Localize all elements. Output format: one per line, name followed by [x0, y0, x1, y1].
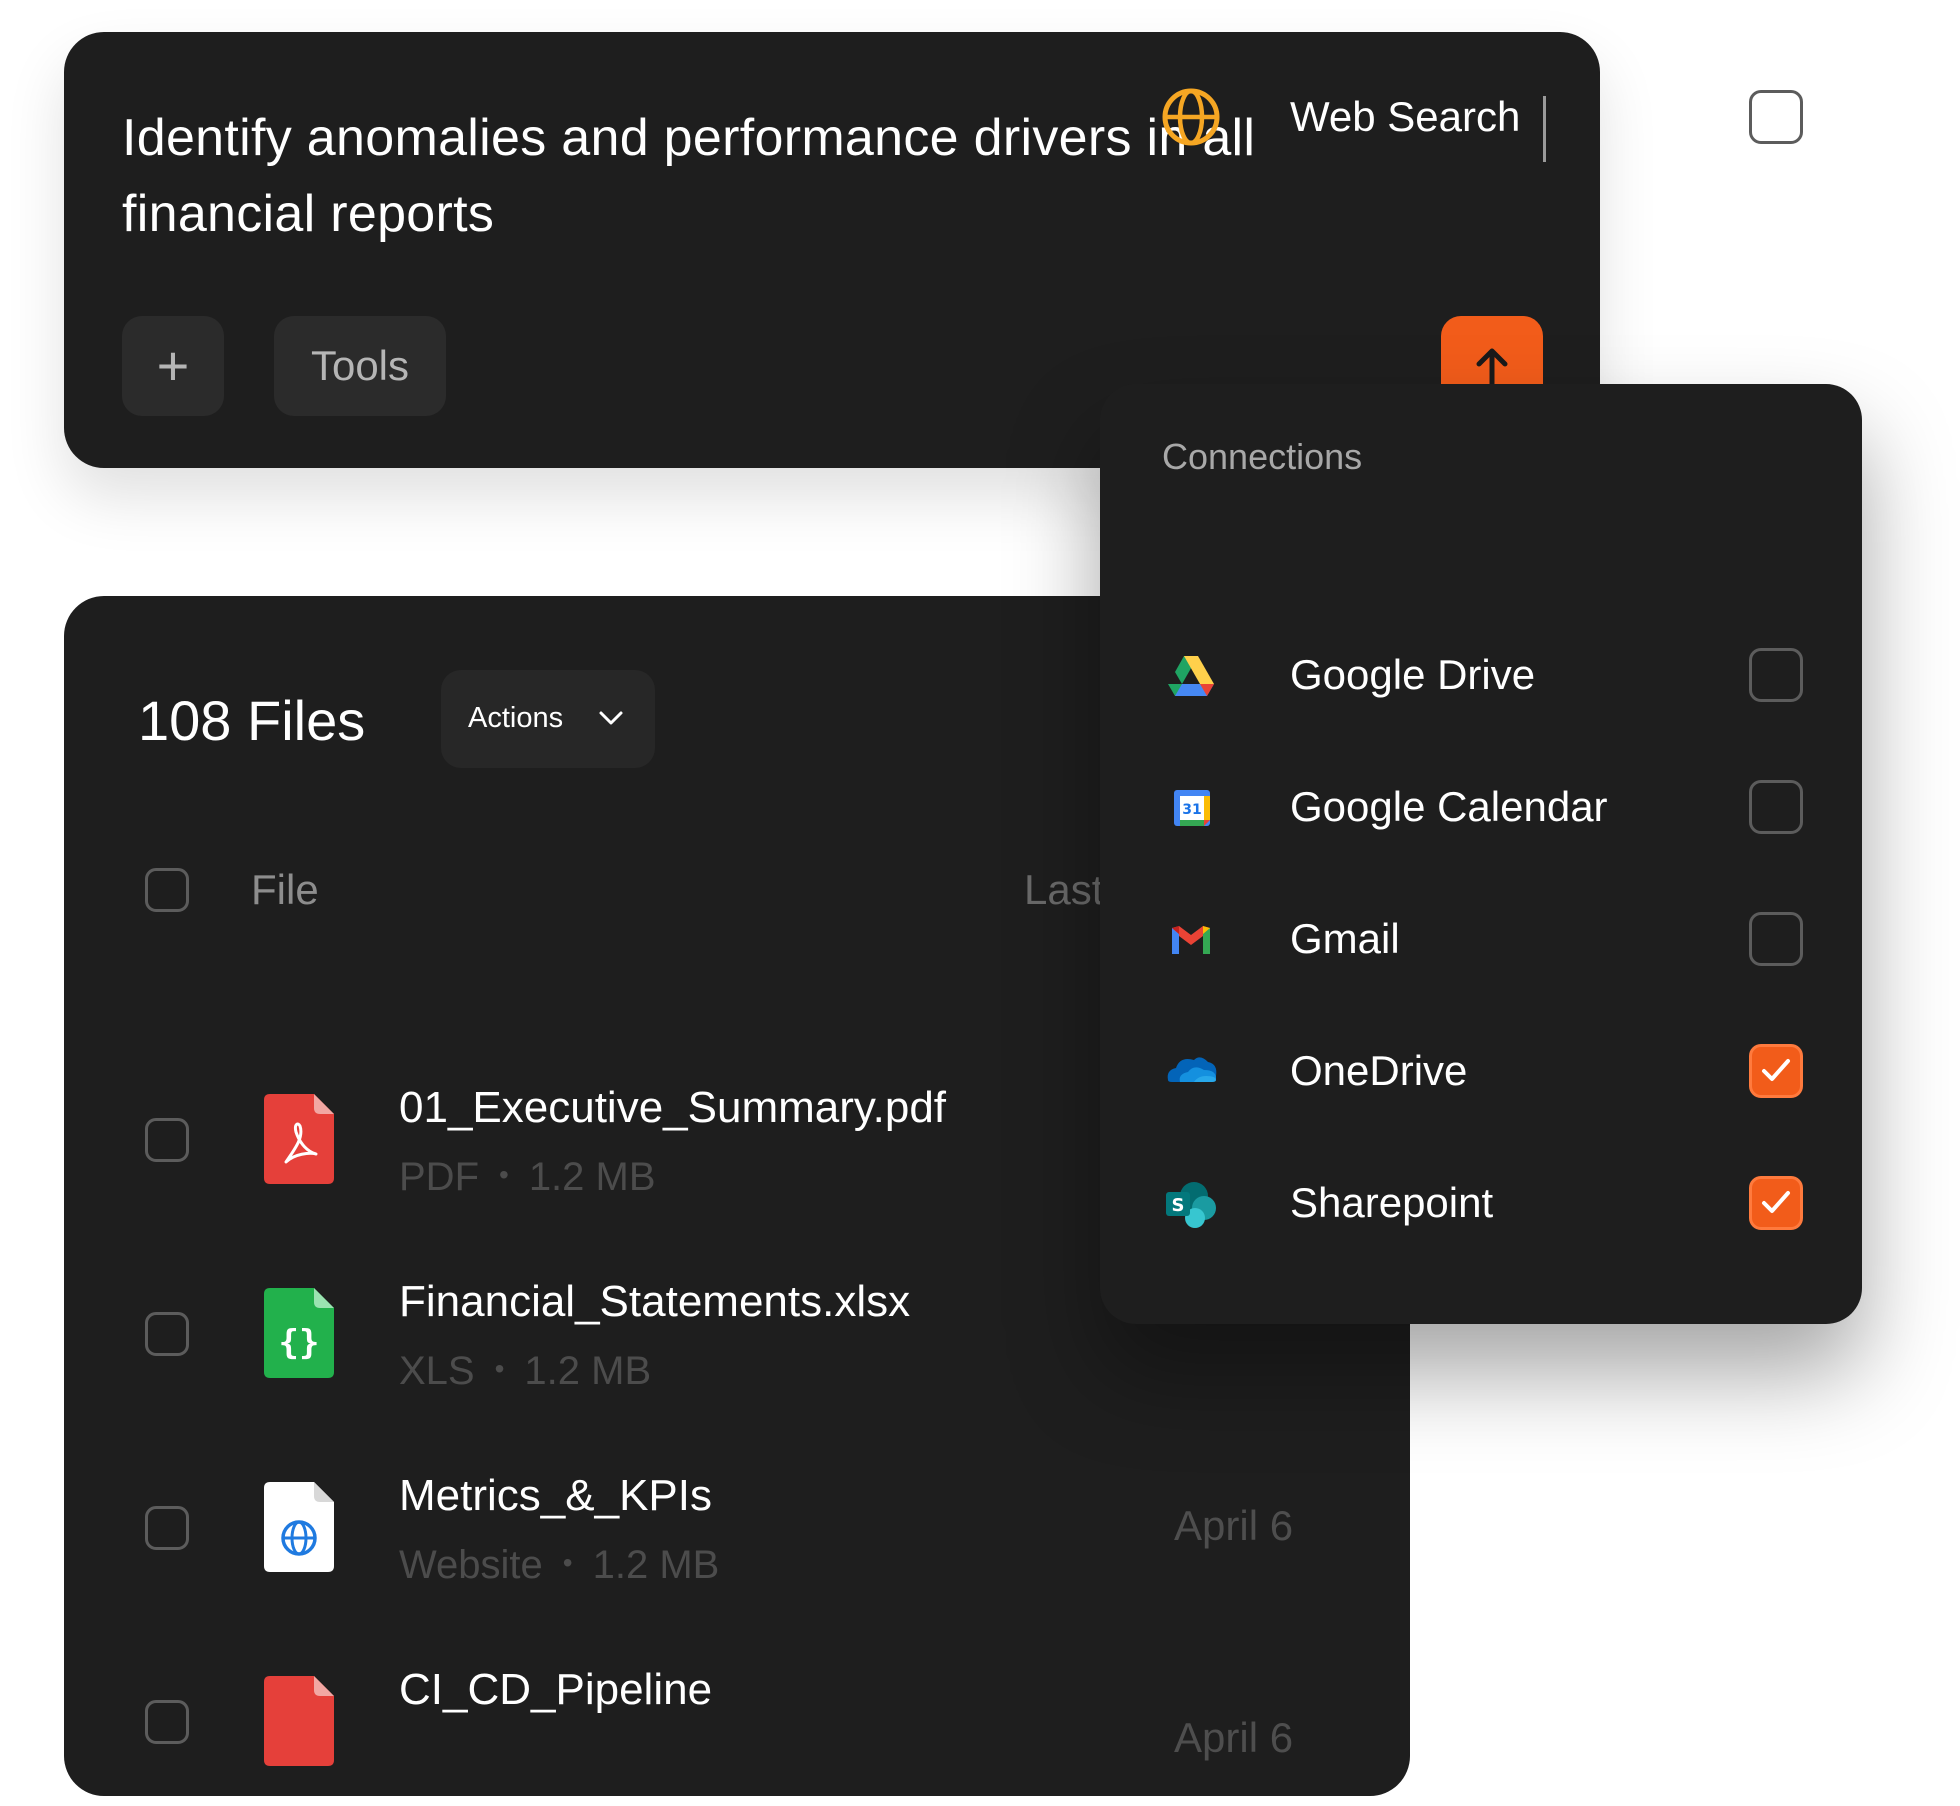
connection-google-calendar[interactable]: 31 Google Calendar: [1100, 740, 1862, 872]
connections-title: Connections: [1162, 436, 1363, 477]
file-date: April 6: [1174, 1714, 1294, 1761]
web-search-checkbox[interactable]: [1749, 90, 1803, 144]
connection-web-search[interactable]: Web Search: [1100, 50, 1862, 182]
connection-label: Web Search: [1290, 93, 1521, 140]
file-type: PDF: [399, 1155, 479, 1199]
google-drive-checkbox[interactable]: [1749, 648, 1803, 702]
pdf-icon: [264, 1094, 334, 1184]
connection-gmail[interactable]: Gmail: [1100, 872, 1862, 1004]
svg-text:31: 31: [1182, 802, 1201, 818]
select-all-checkbox[interactable]: [145, 868, 189, 912]
file-name[interactable]: Financial_Statements.xlsx: [399, 1274, 910, 1330]
pdf-icon: [264, 1676, 334, 1766]
connection-google-drive[interactable]: Google Drive: [1100, 608, 1862, 740]
sharepoint-checkbox[interactable]: [1749, 1176, 1803, 1230]
connection-label: Google Calendar: [1290, 783, 1608, 830]
gmail-icon: [1172, 926, 1210, 954]
actions-dropdown[interactable]: Actions: [441, 670, 655, 768]
table-row[interactable]: Metrics_&_KPIs Website • 1.2 MB April 6: [64, 1432, 1410, 1612]
separator-dot: •: [562, 1547, 573, 1578]
separator-dot: •: [499, 1159, 509, 1190]
column-header-last[interactable]: Last: [1024, 866, 1103, 914]
file-size: 1.2 MB: [528, 1155, 656, 1199]
file-name[interactable]: CI_CD_Pipeline: [399, 1662, 712, 1718]
svg-text:S: S: [1172, 1195, 1185, 1216]
connection-sharepoint[interactable]: S Sharepoint: [1100, 1136, 1862, 1268]
connections-menu: Connections Web Search Google Drive 31 G…: [1100, 88, 1862, 1324]
file-date: April 6: [1174, 1502, 1294, 1549]
file-name[interactable]: 01_Executive_Summary.pdf: [399, 1080, 946, 1136]
file-size: 1.2 MB: [592, 1543, 720, 1587]
row-checkbox[interactable]: [145, 1506, 189, 1550]
connection-label: Google Drive: [1290, 651, 1536, 698]
globe-icon: [1162, 88, 1220, 146]
file-type: Website: [399, 1543, 543, 1587]
file-size: 1.2 MB: [524, 1349, 652, 1393]
connection-label: Sharepoint: [1290, 1179, 1494, 1226]
checkmark-icon: [1762, 1059, 1790, 1081]
google-calendar-checkbox[interactable]: [1749, 780, 1803, 834]
table-row[interactable]: CI_CD_Pipeline April 6: [64, 1626, 1410, 1806]
files-count: 108 Files: [138, 689, 366, 752]
file-type: XLS: [399, 1349, 475, 1393]
google-drive-icon: [1168, 656, 1214, 696]
onedrive-checkbox[interactable]: [1749, 1044, 1803, 1098]
checkmark-icon: [1762, 1191, 1790, 1213]
row-checkbox[interactable]: [145, 1118, 189, 1162]
onedrive-icon: [1167, 1057, 1217, 1082]
file-name[interactable]: Metrics_&_KPIs: [399, 1468, 712, 1524]
website-file-icon: [264, 1482, 334, 1572]
svg-text:{}: {}: [279, 1323, 320, 1363]
actions-label: Actions: [468, 702, 564, 734]
google-calendar-icon: 31: [1174, 790, 1210, 826]
separator-dot: •: [494, 1353, 505, 1384]
connection-label: Gmail: [1290, 915, 1400, 962]
connection-onedrive[interactable]: OneDrive: [1100, 1004, 1862, 1136]
row-checkbox[interactable]: [145, 1700, 189, 1744]
file-meta: Website • 1.2 MB: [399, 1540, 719, 1594]
sharepoint-icon: S: [1166, 1182, 1216, 1228]
file-meta: PDF • 1.2 MB: [399, 1152, 656, 1206]
file-meta: XLS • 1.2 MB: [399, 1346, 651, 1400]
chevron-down-icon: [599, 711, 623, 725]
connection-label: OneDrive: [1290, 1047, 1468, 1094]
row-checkbox[interactable]: [145, 1312, 189, 1356]
column-header-file[interactable]: File: [251, 866, 319, 914]
gmail-checkbox[interactable]: [1749, 912, 1803, 966]
add-button[interactable]: +: [122, 316, 224, 416]
tools-button[interactable]: Tools: [274, 316, 446, 416]
code-file-icon: {}: [264, 1288, 334, 1378]
